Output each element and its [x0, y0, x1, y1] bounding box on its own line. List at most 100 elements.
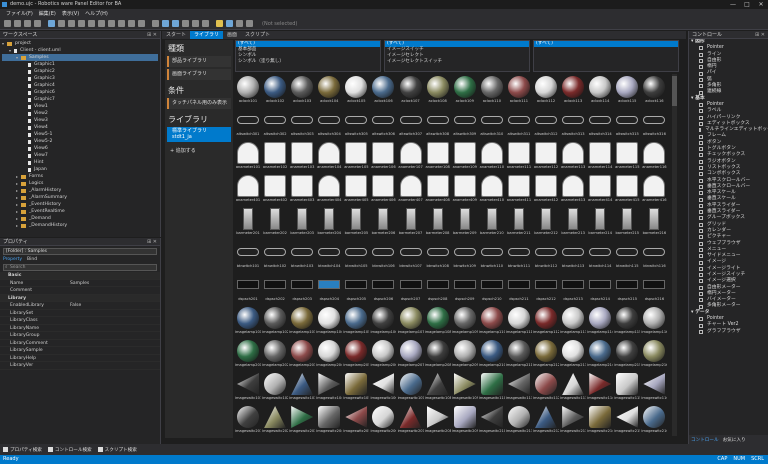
library-part[interactable]: imageswitc109: [452, 371, 478, 404]
library-part[interactable]: aclock104: [316, 74, 342, 107]
library-part[interactable]: dspsch211: [506, 272, 532, 305]
library-part[interactable]: imageswitc105: [343, 371, 369, 404]
library-part[interactable]: anameter408: [425, 173, 451, 206]
library-part[interactable]: anameter113: [560, 140, 586, 173]
minimize-button[interactable]: —: [726, 0, 740, 9]
property-row[interactable]: LibrarySample: [0, 347, 160, 355]
library-part[interactable]: imageswitc207: [398, 404, 424, 436]
library-part[interactable]: btnwitch101: [235, 239, 261, 272]
library-part[interactable]: anameter106: [370, 140, 396, 173]
library-part[interactable]: imagelamp207: [398, 338, 424, 371]
library-part[interactable]: imagelamp103: [289, 305, 315, 338]
tree-node[interactable]: ▸ _AlarmHistory: [2, 187, 158, 194]
library-part[interactable]: anameter104: [316, 140, 342, 173]
tab-script[interactable]: スクリプト: [241, 31, 274, 39]
toolbar-icon[interactable]: [162, 20, 169, 27]
library-part[interactable]: anameter416: [641, 173, 667, 206]
tree-node[interactable]: View3: [2, 117, 158, 124]
maximize-button[interactable]: □: [740, 0, 754, 9]
library-part[interactable]: imageswitc208: [425, 404, 451, 436]
library-part[interactable]: imagelamp203: [289, 338, 315, 371]
library-part[interactable]: imagelamp108: [425, 305, 451, 338]
tab-bind[interactable]: Bind: [27, 257, 37, 263]
library-part[interactable]: imagelamp104: [316, 305, 342, 338]
library-part[interactable]: dspsch203: [289, 272, 315, 305]
add-library-button[interactable]: + 追加する: [165, 144, 233, 157]
library-part[interactable]: imagelamp107: [398, 305, 424, 338]
toolbar-icon[interactable]: [226, 20, 233, 27]
library-part[interactable]: imageswitc213: [560, 404, 586, 436]
toolbar-icon[interactable]: [128, 20, 135, 27]
library-part[interactable]: aclock110: [479, 74, 505, 107]
toolbar-icon[interactable]: [246, 20, 253, 27]
touch-panel-only-item[interactable]: タッチパネル用のみ表示: [167, 98, 231, 109]
library-part[interactable]: altswitch316: [641, 107, 667, 140]
favorites-tab[interactable]: お気に入り: [723, 437, 746, 443]
tree-node[interactable]: ▸ Logics: [2, 180, 158, 187]
library-part[interactable]: imagelamp202: [262, 338, 288, 371]
library-part[interactable]: dspsch212: [533, 272, 559, 305]
script-search-tab[interactable]: スクリプト検索: [97, 447, 137, 453]
pin-icon[interactable]: ⊞ ✕: [147, 238, 157, 246]
library-part[interactable]: dspsch209: [452, 272, 478, 305]
library-part[interactable]: imageswitc106: [370, 371, 396, 404]
tree-node[interactable]: Hint: [2, 159, 158, 166]
library-part[interactable]: altswitch315: [614, 107, 640, 140]
screen-library-item[interactable]: 画面ライブラリ: [167, 69, 231, 80]
library-part[interactable]: altswitch309: [452, 107, 478, 140]
library-part[interactable]: altswitch301: [235, 107, 261, 140]
library-part[interactable]: altswitch314: [587, 107, 613, 140]
property-row[interactable]: LibraryClass: [0, 317, 160, 325]
library-part[interactable]: altswitch308: [425, 107, 451, 140]
library-part[interactable]: anameter112: [533, 140, 559, 173]
library-part[interactable]: dspsch206: [370, 272, 396, 305]
parts-library-item[interactable]: 部品ライブラリ: [167, 56, 231, 67]
property-search-tab[interactable]: プロパティ検索: [3, 447, 42, 453]
library-part[interactable]: altswitch306: [370, 107, 396, 140]
library-part[interactable]: barmeter212: [533, 206, 559, 239]
toolbar-icon[interactable]: [78, 20, 85, 27]
library-part[interactable]: barmeter210: [479, 206, 505, 239]
library-part[interactable]: imagelamp106: [370, 305, 396, 338]
library-part[interactable]: anameter405: [343, 173, 369, 206]
library-part[interactable]: altswitch305: [343, 107, 369, 140]
library-part[interactable]: anameter102: [262, 140, 288, 173]
tree-node[interactable]: Graphic3: [2, 75, 158, 82]
tree-node[interactable]: View6: [2, 145, 158, 152]
tree-node[interactable]: Japan: [2, 166, 158, 173]
library-part[interactable]: btnwitch102: [262, 239, 288, 272]
library-part[interactable]: barmeter211: [506, 206, 532, 239]
property-row[interactable]: LibraryName: [0, 325, 160, 332]
menu-edit[interactable]: 編集(E): [39, 10, 56, 17]
library-part[interactable]: dspsch215: [614, 272, 640, 305]
toolbar-icon[interactable]: [68, 20, 75, 27]
library-part[interactable]: barmeter208: [425, 206, 451, 239]
toolbar-icon[interactable]: [24, 20, 31, 27]
library-part[interactable]: barmeter216: [641, 206, 667, 239]
library-part[interactable]: btnwitch108: [425, 239, 451, 272]
library-part[interactable]: anameter110: [479, 140, 505, 173]
property-row[interactable]: LibraryComment: [0, 340, 160, 347]
tree-node[interactable]: Graphic4: [2, 82, 158, 89]
library-part[interactable]: anameter115: [614, 140, 640, 173]
category-list[interactable]: (すべて) イメージスイッチ イメージセレクト イメージセレクトスイッチ: [384, 40, 530, 72]
library-part[interactable]: aclock101: [235, 74, 261, 107]
toolbar-icon[interactable]: [58, 20, 65, 27]
tree-node[interactable]: View7: [2, 152, 158, 159]
library-part[interactable]: anameter406: [370, 173, 396, 206]
library-part[interactable]: anameter414: [587, 173, 613, 206]
library-part[interactable]: barmeter213: [560, 206, 586, 239]
library-part[interactable]: imagelamp215: [614, 338, 640, 371]
toolbar-icon[interactable]: [88, 20, 95, 27]
library-part[interactable]: imagelamp201: [235, 338, 261, 371]
library-part[interactable]: altswitch307: [398, 107, 424, 140]
library-part[interactable]: imageswitc214: [587, 404, 613, 436]
library-part[interactable]: anameter411: [506, 173, 532, 206]
library-part[interactable]: imageswitc108: [425, 371, 451, 404]
library-part[interactable]: imageswitc114: [587, 371, 613, 404]
tree-node[interactable]: View5-2: [2, 138, 158, 145]
library-part[interactable]: imageswitc202: [262, 404, 288, 436]
library-part[interactable]: imageswitc209: [452, 404, 478, 436]
property-row[interactable]: Comment: [0, 287, 160, 295]
library-part[interactable]: altswitch304: [316, 107, 342, 140]
